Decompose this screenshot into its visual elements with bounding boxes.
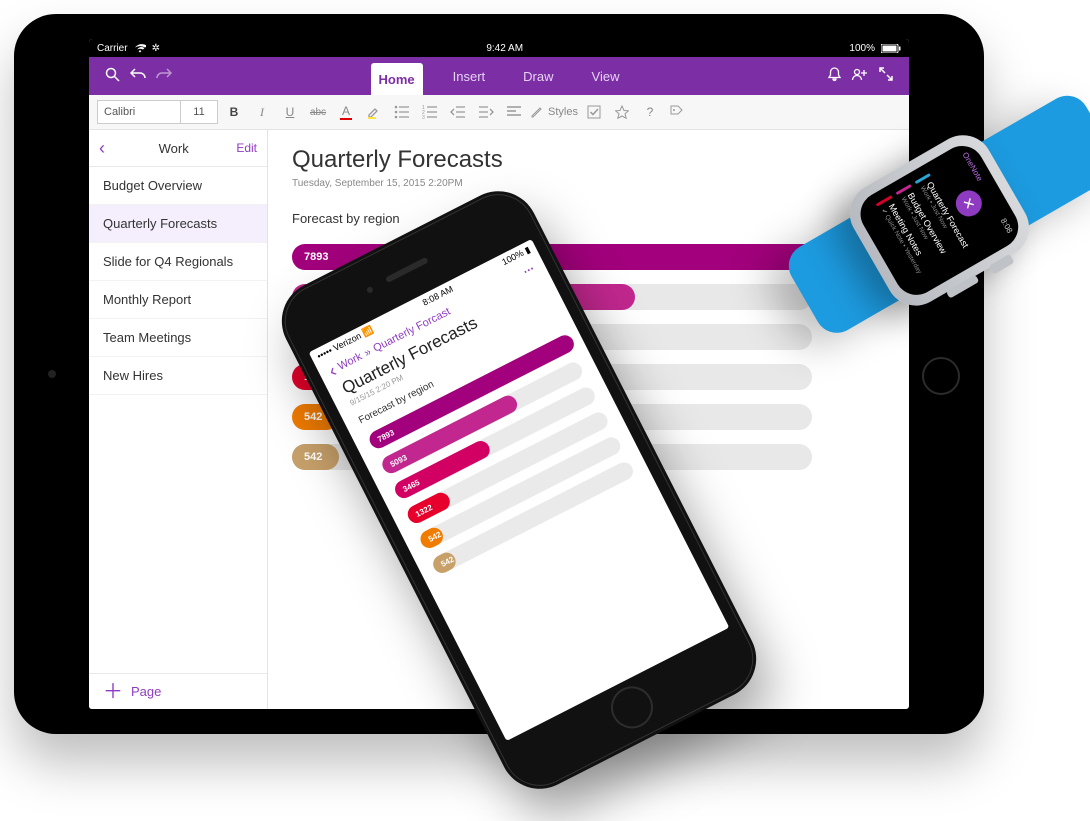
styles-button[interactable]: Styles (530, 100, 578, 124)
watch-crown[interactable] (989, 254, 1015, 275)
iphone-speaker (385, 257, 429, 283)
add-page-button[interactable]: ＋ Page (89, 673, 267, 709)
chart-bar-value: 542 (292, 444, 339, 470)
tab-home[interactable]: Home (371, 63, 423, 95)
tab-view[interactable]: View (584, 57, 628, 95)
chart-title: Forecast by region (292, 211, 885, 226)
todo-button[interactable] (582, 100, 606, 124)
status-time: 9:42 AM (486, 43, 523, 54)
svg-text:3: 3 (422, 115, 425, 119)
more-tags-button[interactable] (666, 100, 690, 124)
redo-icon[interactable] (151, 67, 177, 85)
sidebar-item[interactable]: Slide for Q4 Regionals (89, 243, 267, 281)
status-battery: 100% (849, 43, 875, 54)
sidebar-item[interactable]: Budget Overview (89, 167, 267, 205)
breadcrumb-sep: » (362, 346, 373, 359)
font-size-input[interactable] (180, 100, 218, 124)
question-tag-button[interactable]: ? (638, 100, 662, 124)
underline-button[interactable]: U (278, 100, 302, 124)
edit-button[interactable]: Edit (236, 141, 257, 155)
loading-icon: ✲ (152, 43, 160, 54)
watch-time: 8:08 (999, 217, 1015, 235)
strikethrough-button[interactable]: abc (306, 100, 330, 124)
chart-bar-value: 542 (417, 525, 446, 551)
bold-button[interactable]: B (222, 100, 246, 124)
sidebar-item[interactable]: New Hires (89, 357, 267, 395)
sidebar-item[interactable]: Monthly Report (89, 281, 267, 319)
page-sidebar: ‹ Work Edit Budget OverviewQuarterly For… (89, 130, 268, 709)
plus-icon: ＋ (103, 685, 123, 699)
chart-bar-value: 542 (430, 550, 459, 576)
fullscreen-icon[interactable] (873, 67, 899, 85)
tab-insert[interactable]: Insert (445, 57, 494, 95)
sidebar-title: Work (111, 141, 236, 156)
tag-button[interactable] (610, 100, 634, 124)
bullet-list-button[interactable] (390, 100, 414, 124)
iphone-back-icon[interactable]: ‹ (327, 364, 337, 376)
wifi-icon (134, 44, 146, 53)
bell-icon[interactable] (821, 67, 847, 86)
sidebar-item[interactable]: Quarterly Forecasts (89, 205, 267, 243)
iphone-camera (366, 286, 374, 294)
page-title: Quarterly Forecasts (292, 146, 885, 174)
italic-button[interactable]: I (250, 100, 274, 124)
ipad-home-button[interactable] (922, 357, 960, 395)
status-carrier: Carrier (97, 43, 128, 54)
ipad-camera (48, 370, 56, 378)
tab-draw[interactable]: Draw (515, 57, 561, 95)
battery-icon (881, 44, 901, 53)
iphone-home-button[interactable] (604, 679, 660, 735)
font-color-button[interactable]: A (334, 100, 358, 124)
formatting-toolbar: B I U abc A 123 (89, 95, 909, 130)
app-ribbon: Home Insert Draw View (89, 57, 909, 95)
ios-status-bar: Carrier ✲ 9:42 AM 100% (89, 39, 909, 57)
more-icon[interactable]: ⋯ (521, 261, 538, 278)
highlight-button[interactable] (362, 100, 386, 124)
number-list-button[interactable]: 123 (418, 100, 442, 124)
share-icon[interactable] (847, 67, 873, 86)
add-page-label: Page (131, 684, 161, 699)
align-button[interactable] (502, 100, 526, 124)
undo-icon[interactable] (125, 67, 151, 85)
font-name-input[interactable] (97, 100, 180, 124)
watch-app-name: OneNote (961, 151, 985, 183)
back-icon[interactable]: ‹ (99, 138, 105, 159)
outdent-button[interactable] (446, 100, 470, 124)
search-icon[interactable] (99, 67, 125, 86)
indent-button[interactable] (474, 100, 498, 124)
font-picker[interactable] (97, 100, 218, 124)
sidebar-header: ‹ Work Edit (89, 130, 267, 167)
sidebar-item[interactable]: Team Meetings (89, 319, 267, 357)
ribbon-tabs: Home Insert Draw View (177, 57, 821, 95)
